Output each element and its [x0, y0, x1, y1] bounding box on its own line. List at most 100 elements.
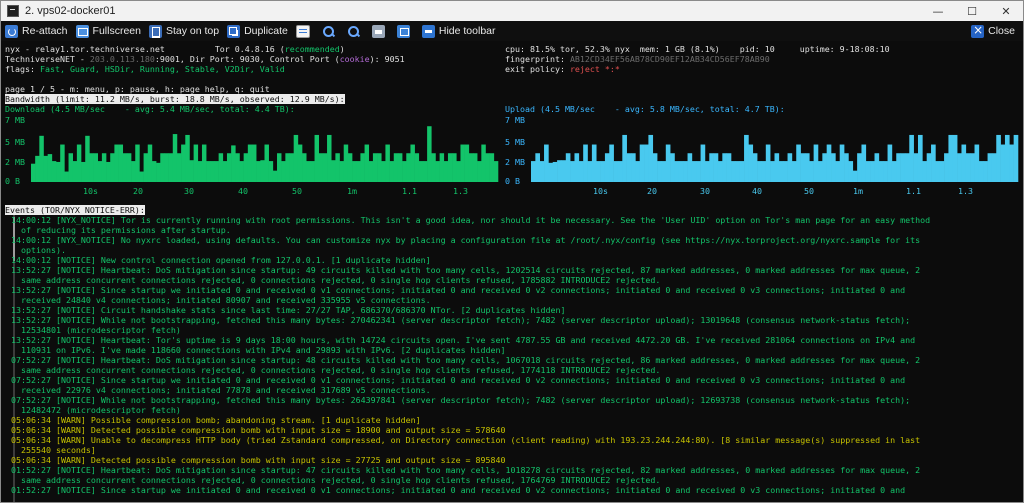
upload-bar — [900, 153, 906, 182]
download-bar — [160, 153, 165, 182]
upload-bar — [952, 134, 958, 182]
screenshot-icon — [396, 24, 410, 38]
hide-toolbar-button[interactable]: Hide toolbar — [418, 21, 500, 41]
upload-bar — [748, 144, 754, 182]
download-bar — [43, 155, 48, 182]
print-button[interactable] — [368, 21, 393, 41]
download-bar — [143, 153, 149, 182]
download-bar — [172, 134, 178, 182]
download-x-tick: 40 — [238, 186, 248, 196]
download-bar — [64, 171, 69, 182]
upload-bar — [926, 153, 932, 182]
stay-on-top-label: Stay on top — [165, 25, 220, 37]
relay-ip: 203.0.113.180 — [89, 54, 155, 64]
download-bar — [452, 153, 457, 182]
terminal-content[interactable]: nyx - relay1.tor.techniverse.net Tor 0.4… — [3, 41, 1021, 502]
download-y-label: 0 B — [5, 176, 20, 186]
upload-bar — [861, 144, 867, 182]
download-bar — [277, 153, 282, 182]
upload-bar — [817, 161, 823, 182]
upload-bar — [552, 161, 558, 182]
download-bar — [35, 155, 40, 182]
stay-on-top-button[interactable]: Stay on top — [145, 21, 223, 41]
text-icon — [295, 24, 310, 38]
upload-bar — [944, 153, 949, 182]
download-bar — [118, 144, 124, 182]
download-bar — [468, 153, 474, 182]
resource-usage: cpu: 81.5% tor, 52.3% nyx mem: 1 GB (8.1… — [505, 44, 890, 54]
upload-bar — [865, 161, 871, 182]
maximize-button[interactable]: ☐ — [955, 1, 989, 21]
download-bar — [264, 144, 269, 182]
close-window-button[interactable]: ✕ — [989, 1, 1023, 21]
download-bar — [201, 144, 207, 182]
exit-policy-value: reject *:* — [569, 64, 620, 74]
close-button[interactable]: Close — [967, 21, 1023, 41]
download-bar — [156, 162, 161, 182]
upload-bar — [617, 161, 623, 182]
upload-bar — [1009, 144, 1014, 182]
download-bar — [85, 135, 90, 182]
upload-bar — [883, 161, 888, 182]
download-bar — [356, 161, 361, 182]
upload-bar — [978, 161, 984, 182]
download-bar — [176, 153, 182, 182]
page-help-line: page 1 / 5 - m: menu, p: pause, h: page … — [5, 84, 270, 94]
upload-bar — [639, 144, 645, 182]
download-bar — [410, 144, 415, 182]
zoom-in-icon — [322, 25, 335, 38]
download-bar — [135, 144, 140, 182]
upload-x-tick: 30 — [700, 186, 710, 196]
upload-y-label: 5 MB — [505, 137, 525, 147]
event-line: 13:52:27 [NOTICE] Heartbeat: Tor's uptim… — [11, 335, 916, 345]
header-line-2: TechniverseNET - 203.0.113.180:9001, Dir… — [5, 54, 405, 64]
upload-bar — [983, 161, 988, 182]
duplicate-label: Duplicate — [244, 25, 288, 37]
screenshot-button[interactable] — [393, 21, 418, 41]
upload-bar — [791, 161, 797, 182]
download-bar — [339, 161, 345, 182]
event-line: 05:06:34 [WARN] Unable to decompress HTT… — [11, 435, 921, 445]
zoom-in-button[interactable] — [318, 21, 343, 41]
upload-bar — [948, 134, 954, 182]
upload-x-tick: 40 — [752, 186, 762, 196]
upload-bar — [909, 134, 914, 182]
upload-bar — [857, 153, 862, 182]
download-bar — [206, 161, 211, 182]
upload-bar — [752, 153, 758, 182]
upload-bar — [578, 161, 584, 182]
download-bar — [235, 153, 240, 182]
download-bar — [189, 160, 194, 182]
toolbar: Re-attach Fullscreen Stay on top Duplica… — [1, 21, 1023, 41]
event-line: 05:06:34 [WARN] Detected possible compre… — [11, 425, 506, 435]
bandwidth-header: Bandwidth (limit: 11.2 MB/s, burst: 18.8… — [5, 94, 345, 104]
fullscreen-label: Fullscreen — [92, 25, 141, 37]
event-line: 05:06:34 [WARN] Possible compression bom… — [11, 415, 421, 425]
download-bar — [76, 144, 82, 182]
download-x-tick: 50 — [292, 186, 302, 196]
minimize-button[interactable]: — — [921, 1, 955, 21]
download-bar — [306, 161, 311, 182]
duplicate-button[interactable]: Duplicate — [223, 21, 292, 41]
download-bar — [331, 160, 336, 182]
download-bar — [181, 144, 186, 182]
text-button[interactable] — [292, 21, 318, 41]
download-bar — [472, 153, 478, 182]
download-bar — [147, 144, 153, 182]
zoom-out-button[interactable] — [343, 21, 368, 41]
upload-bar — [687, 153, 693, 182]
title-bar[interactable]: 2. vps02-docker01 — ☐ ✕ — [1, 1, 1023, 21]
upload-bar — [783, 161, 788, 182]
upload-y-label: 7 MB — [505, 115, 525, 125]
download-bar — [231, 145, 236, 182]
upload-bar — [583, 144, 588, 182]
fullscreen-button[interactable]: Fullscreen — [72, 21, 145, 41]
download-bar — [222, 161, 228, 182]
upload-bar — [726, 153, 732, 182]
download-bar — [297, 144, 303, 182]
upload-bar — [800, 153, 806, 182]
reattach-button[interactable]: Re-attach — [1, 21, 72, 41]
upload-bar — [770, 161, 775, 182]
event-line: 13:52:27 [NOTICE] While not bootstrappin… — [11, 315, 911, 325]
upload-bar — [548, 162, 554, 182]
